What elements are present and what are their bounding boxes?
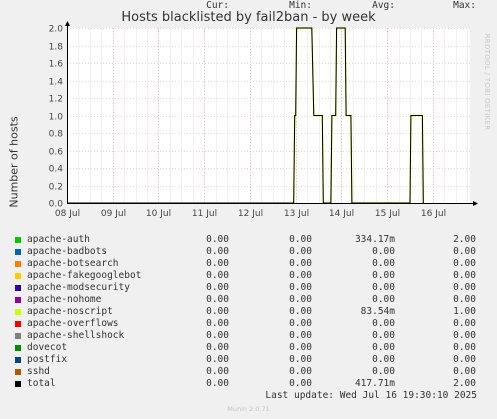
y-axis-arrow <box>65 21 70 26</box>
x-tick-labels: 08 Jul 09 Jul 10 Jul 11 Jul 12 Jul 13 Jul 14 J… <box>55 209 446 219</box>
x-tick-label: 16 Jul <box>421 209 446 219</box>
x-tick-label: 11 Jul <box>192 209 217 219</box>
x-tick-label: 12 Jul <box>238 209 263 219</box>
munin-graph: Hosts blacklisted by fail2ban - by week … <box>0 0 497 419</box>
y-tick-label: 1.4 <box>49 78 64 88</box>
x-axis-arrow <box>473 201 478 206</box>
x-tick-label: 15 Jul <box>375 209 400 219</box>
y-tick-label: 0.0 <box>49 200 64 210</box>
y-tick-label: 1.8 <box>49 43 64 53</box>
x-tick-label: 09 Jul <box>101 209 126 219</box>
chart-canvas: 0.0 0.2 0.4 0.6 0.8 1.0 1.2 1.4 1.6 1.8 2.0 08 Jul… <box>49 21 478 219</box>
y-tick-labels: 0.0 0.2 0.4 0.6 0.8 1.0 1.2 1.4 1.6 1.8 2.0 <box>49 25 64 210</box>
x-tick-label: 08 Jul <box>55 209 80 219</box>
plot-area <box>67 28 470 203</box>
y-tick-label: 0.4 <box>49 165 64 175</box>
x-tick-label: 13 Jul <box>284 209 309 219</box>
y-tick-label: 1.0 <box>49 113 64 123</box>
x-tick-label: 14 Jul <box>329 209 354 219</box>
y-tick-label: 0.2 <box>49 183 63 193</box>
y-tick-label: 0.6 <box>49 148 64 158</box>
y-tick-label: 1.2 <box>49 95 63 105</box>
munin-version: Munin 2.0.71 <box>227 405 270 413</box>
y-tick-label: 1.6 <box>49 60 64 70</box>
y-tick-label: 2.0 <box>49 25 64 35</box>
y-tick-label: 0.8 <box>49 130 64 140</box>
x-tick-label: 10 Jul <box>146 209 171 219</box>
